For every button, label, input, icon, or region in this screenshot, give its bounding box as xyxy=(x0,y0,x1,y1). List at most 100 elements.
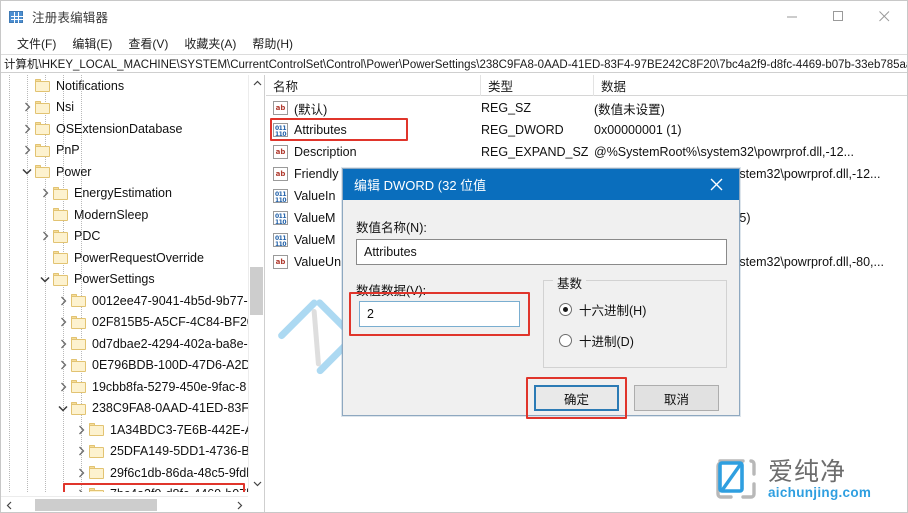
radio-decimal[interactable]: 十进制(D) xyxy=(559,331,634,350)
chevron-right-icon[interactable] xyxy=(73,422,89,438)
chevron-right-icon[interactable] xyxy=(55,357,71,373)
cell-type: REG_DWORD xyxy=(481,123,564,137)
tree-item-19cbb8fa-5279-450e-9fac-8[interactable]: 19cbb8fa-5279-450e-9fac-8 xyxy=(1,376,248,398)
menu-bar: 文件(F) 编辑(E) 查看(V) 收藏夹(A) 帮助(H) xyxy=(1,32,907,54)
tree-item-power[interactable]: Power xyxy=(1,161,248,183)
tree-item-25dfa149-5dd1-4736-b5[interactable]: 25DFA149-5DD1-4736-B5 xyxy=(1,441,248,463)
chevron-right-icon[interactable] xyxy=(19,99,35,115)
chevron-right-icon[interactable] xyxy=(55,293,71,309)
chevron-right-icon[interactable] xyxy=(55,314,71,330)
table-row[interactable]: 011 110 Attributes REG_DWORD 0x00000001 (1) xyxy=(266,119,907,141)
tree-item-label: PowerRequestOverride xyxy=(74,250,204,265)
string-value-icon: ab xyxy=(273,255,288,269)
menu-help[interactable]: 帮助(H) xyxy=(244,33,301,54)
scroll-left-icon[interactable] xyxy=(1,497,18,512)
folder-icon xyxy=(35,122,51,136)
tree-item-238c9fa8-0aad-41ed-83f4[interactable]: 238C9FA8-0AAD-41ED-83F4 xyxy=(1,398,248,420)
dialog-close-button[interactable] xyxy=(694,169,739,200)
folder-icon xyxy=(71,294,87,308)
dialog-body: 数值名称(N): Attributes 数值数据(V): 2 基数 十六进制(H… xyxy=(343,200,739,419)
tree-item-energyestimation[interactable]: EnergyEstimation xyxy=(1,183,248,205)
tree-item-label: 19cbb8fa-5279-450e-9fac-8 xyxy=(92,379,247,394)
table-row[interactable]: ab (默认) REG_SZ (数值未设置) xyxy=(266,97,907,119)
radio-hex-dot xyxy=(559,303,572,316)
menu-view[interactable]: 查看(V) xyxy=(120,33,176,54)
folder-icon xyxy=(53,251,69,265)
column-header-data[interactable]: 数据 xyxy=(594,75,907,96)
tree-item-label: PnP xyxy=(56,143,80,158)
close-button[interactable] xyxy=(861,1,907,32)
address-bar[interactable]: 计算机\HKEY_LOCAL_MACHINE\SYSTEM\CurrentCon… xyxy=(1,54,907,73)
tree-item-notifications[interactable]: Notifications xyxy=(1,75,248,97)
tree-item-pdc[interactable]: PDC xyxy=(1,226,248,248)
radio-hexadecimal[interactable]: 十六进制(H) xyxy=(559,300,646,319)
binary-value-icon: 011 110 xyxy=(273,123,288,137)
tree-item-0e796bdb-100d-47d6-a2d5[interactable]: 0E796BDB-100D-47D6-A2D5 xyxy=(1,355,248,377)
chevron-right-icon[interactable] xyxy=(55,336,71,352)
cell-data: @%SystemRoot%\system32\powrprof.dll,-12.… xyxy=(594,145,855,159)
tree-item-pnp[interactable]: PnP xyxy=(1,140,248,162)
scroll-right-icon[interactable] xyxy=(231,497,248,512)
string-value-icon: ab xyxy=(273,167,288,181)
chevron-down-icon[interactable] xyxy=(55,400,71,416)
menu-file[interactable]: 文件(F) xyxy=(9,33,64,54)
tree-item-label: 238C9FA8-0AAD-41ED-83F4 xyxy=(92,401,248,416)
cell-data: stem32\powrprof.dll,-80,... xyxy=(739,255,884,269)
chevron-right-icon[interactable] xyxy=(55,379,71,395)
chevron-right-icon[interactable] xyxy=(19,142,35,158)
tree-item-29f6c1db-86da-48c5-9fdl[interactable]: 29f6c1db-86da-48c5-9fdl xyxy=(1,462,248,484)
menu-favorites[interactable]: 收藏夹(A) xyxy=(176,33,244,54)
chevron-right-icon[interactable] xyxy=(37,185,53,201)
column-header-name[interactable]: 名称 xyxy=(266,75,481,96)
chevron-right-icon[interactable] xyxy=(73,486,89,492)
value-data-input[interactable]: 2 xyxy=(359,301,520,327)
cell-data: (数值未设置) xyxy=(594,102,665,117)
cell-type: REG_SZ xyxy=(481,101,532,115)
tree-item-02f815b5-a5cf-4c84-bf20-[interactable]: 02F815B5-A5CF-4C84-BF20- xyxy=(1,312,248,334)
tree-item-powersettings[interactable]: PowerSettings xyxy=(1,269,248,291)
scroll-up-icon[interactable] xyxy=(249,75,264,92)
cancel-button[interactable]: 取消 xyxy=(634,385,719,411)
tree-item-powerrequestoverride[interactable]: PowerRequestOverride xyxy=(1,247,248,269)
folder-icon xyxy=(35,79,51,93)
chevron-right-icon[interactable] xyxy=(19,121,35,137)
chevron-right-icon[interactable] xyxy=(73,443,89,459)
value-name-input[interactable]: Attributes xyxy=(356,239,727,265)
cell-type: REG_EXPAND_SZ xyxy=(481,145,589,159)
tree-vertical-scrollbar[interactable] xyxy=(248,75,264,492)
dialog-title-bar: 编辑 DWORD (32 位值 xyxy=(343,169,739,200)
minimize-button[interactable] xyxy=(769,1,815,32)
chevron-right-icon[interactable] xyxy=(37,228,53,244)
tree-item-0d7dbae2-4294-402a-ba8e-[interactable]: 0d7dbae2-4294-402a-ba8e- xyxy=(1,333,248,355)
tree-item-modernsleep[interactable]: ModernSleep xyxy=(1,204,248,226)
folder-icon xyxy=(53,272,69,286)
tree-item-label: PowerSettings xyxy=(74,272,155,287)
cell-name: ab Description xyxy=(266,145,481,159)
tree-item-1a34bdc3-7e6b-442e-a9[interactable]: 1A34BDC3-7E6B-442E-A9 xyxy=(1,419,248,441)
menu-edit[interactable]: 编辑(E) xyxy=(64,33,120,54)
tree-scrollbar-thumb[interactable] xyxy=(250,267,263,315)
scroll-down-icon[interactable] xyxy=(249,475,264,492)
tree-hscrollbar-thumb[interactable] xyxy=(35,499,157,511)
ok-button[interactable]: 确定 xyxy=(534,385,619,411)
folder-icon xyxy=(35,165,51,179)
tree-item-0012ee47-9041-4b5d-9b77-[interactable]: 0012ee47-9041-4b5d-9b77- xyxy=(1,290,248,312)
tree-item-label: Power xyxy=(56,164,92,179)
tree-item-label: OSExtensionDatabase xyxy=(56,121,183,136)
folder-icon xyxy=(71,401,87,415)
chevron-down-icon[interactable] xyxy=(37,271,53,287)
tree-horizontal-scrollbar[interactable] xyxy=(1,496,248,512)
chevron-down-icon[interactable] xyxy=(19,164,35,180)
maximize-button[interactable] xyxy=(815,1,861,32)
tree-item-7bc4a2f9-d8fc-4469-b07b[interactable]: 7bc4a2f9-d8fc-4469-b07b xyxy=(1,484,248,492)
table-row[interactable]: ab Description REG_EXPAND_SZ @%SystemRoot%\… xyxy=(266,141,907,163)
tree-item-osextensiondatabase[interactable]: OSExtensionDatabase xyxy=(1,118,248,140)
tree-item-nsi[interactable]: Nsi xyxy=(1,97,248,119)
chevron-right-icon[interactable] xyxy=(73,465,89,481)
tree-item-label: 29f6c1db-86da-48c5-9fdl xyxy=(110,465,248,480)
watermark-brand-en: aichunjing.com xyxy=(768,485,872,500)
tree-scroll-area[interactable]: Notifications Nsi OSExtensionDatabase PnP Po… xyxy=(1,75,248,492)
column-header-type[interactable]: 类型 xyxy=(481,75,594,96)
